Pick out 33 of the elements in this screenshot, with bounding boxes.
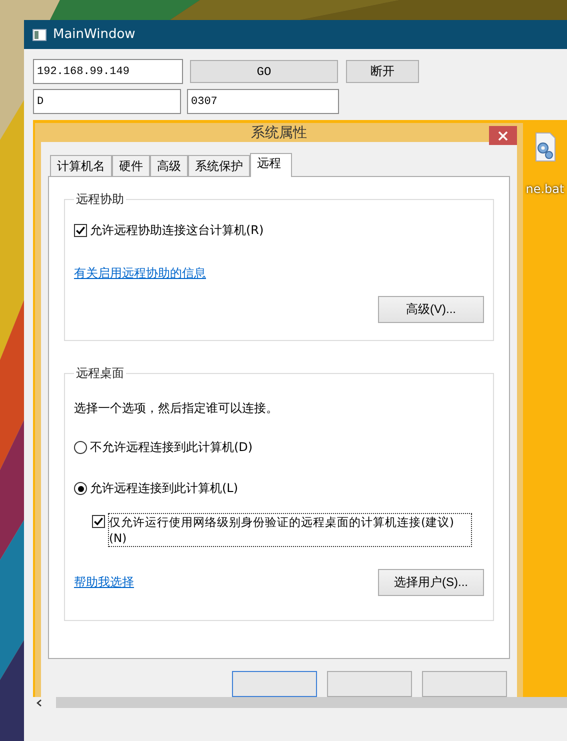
radio-button[interactable] xyxy=(74,441,87,454)
file-label: ne.bat xyxy=(526,182,564,196)
radio-label: 允许远程连接到此计算机(L) xyxy=(90,480,238,497)
go-button[interactable]: GO xyxy=(190,60,338,83)
help-link[interactable]: 帮助我选择 xyxy=(74,574,134,591)
window-icon xyxy=(32,28,47,40)
tab[interactable]: 系统保护 xyxy=(188,155,250,176)
group-title: 远程协助 xyxy=(75,191,125,208)
info-link[interactable]: 有关启用远程协助的信息 xyxy=(74,265,206,282)
checkbox[interactable] xyxy=(74,224,87,237)
tab[interactable]: 高级 xyxy=(150,155,188,176)
checkbox[interactable] xyxy=(92,515,105,528)
dialog-title: 系统属性 xyxy=(251,124,307,142)
dialog-button[interactable] xyxy=(232,671,317,697)
checkbox-label: 允许远程协助连接这台计算机(R) xyxy=(90,222,264,239)
disconnect-button[interactable]: 断开 xyxy=(346,60,419,83)
close-icon xyxy=(498,130,508,140)
input-field[interactable]: 0307 xyxy=(187,89,339,114)
radio-label: 不允许远程连接到此计算机(D) xyxy=(90,439,253,456)
tab[interactable]: 远程 xyxy=(250,153,292,177)
window-title: MainWindow xyxy=(53,27,136,42)
close-button[interactable] xyxy=(489,126,517,145)
group-title: 远程桌面 xyxy=(75,365,125,382)
instruction-text: 选择一个选项，然后指定谁可以连接。 xyxy=(74,400,279,417)
host-field[interactable]: 192.168.99.149 xyxy=(33,59,183,84)
select-users-button[interactable]: 选择用户(S)... xyxy=(378,569,484,596)
radio-button[interactable] xyxy=(74,482,87,495)
gear-file-icon xyxy=(534,132,556,162)
input-field[interactable]: D xyxy=(33,89,181,114)
checkbox-label: 仅允许运行使用网络级别身份验证的远程桌面的计算机连接(建议)(N) xyxy=(108,513,472,547)
advanced-button[interactable]: 高级(V)... xyxy=(378,296,484,323)
tab[interactable]: 计算机名 xyxy=(50,155,112,176)
tab[interactable]: 硬件 xyxy=(112,155,150,176)
